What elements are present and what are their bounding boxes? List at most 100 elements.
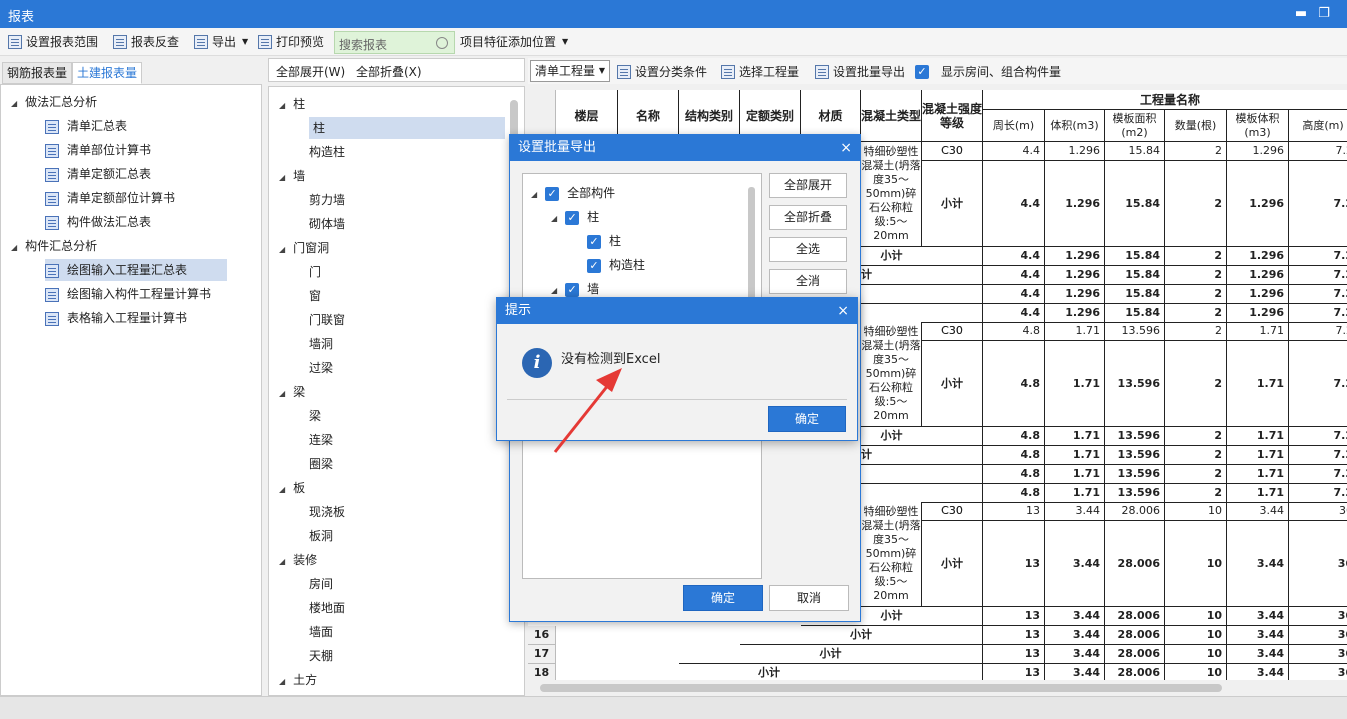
category-item[interactable]: 构造柱 — [309, 141, 345, 163]
category-item[interactable]: 梁 — [309, 405, 321, 427]
report-tree-item[interactable]: 清单定额汇总表 — [45, 163, 151, 185]
show-rooms-checkbox[interactable]: ✓ 显示房间、组合构件量 — [915, 62, 1061, 82]
report-tree-item[interactable]: 表格输入工程量计算书 — [45, 307, 187, 329]
category-group[interactable]: ◢ 墙 — [279, 165, 305, 187]
grade-cell: C30 — [922, 142, 983, 161]
report-icon — [45, 119, 59, 134]
category-group[interactable]: ◢ 门窗洞 — [279, 237, 329, 259]
qty-cell: 10 — [1165, 607, 1227, 626]
qty-cell: 1.296 — [1045, 304, 1105, 323]
export-button[interactable]: 导出 ▼ — [194, 32, 248, 52]
minimize-button[interactable]: ▬ — [1290, 4, 1312, 24]
horizontal-scrollbar[interactable] — [540, 684, 1222, 692]
expand-all-button[interactable]: 全部展开 — [769, 173, 847, 198]
report-icon — [45, 215, 59, 230]
component-tree-item[interactable]: ◢ ✓ 柱 — [551, 206, 599, 228]
report-tree-item[interactable]: 绘图输入工程量汇总表 — [45, 259, 227, 281]
select-all-button[interactable]: 全选 — [769, 237, 847, 262]
deselect-all-button[interactable]: 全消 — [769, 269, 847, 294]
expand-triangle-icon[interactable]: ◢ — [279, 245, 285, 254]
expand-triangle-icon[interactable]: ◢ — [551, 286, 557, 295]
expand-triangle-icon[interactable]: ◢ — [279, 557, 285, 566]
tab-civil-report[interactable]: 土建报表量 — [72, 62, 143, 84]
component-tree-item[interactable]: ✓ 柱 — [587, 230, 621, 252]
set-range-button[interactable]: 设置报表范围 — [8, 32, 98, 52]
category-group[interactable]: ◢ 梁 — [279, 381, 305, 403]
qty-cell: 1.296 — [1227, 304, 1289, 323]
print-preview-button[interactable]: 打印预览 — [258, 32, 324, 52]
table-icon — [8, 35, 22, 49]
expand-triangle-icon[interactable]: ◢ — [551, 214, 557, 223]
batch-export-button[interactable]: 设置批量导出 — [815, 62, 905, 82]
checkbox-checked-icon[interactable]: ✓ — [565, 210, 580, 225]
expand-triangle-icon[interactable]: ◢ — [279, 101, 285, 110]
export-icon — [194, 35, 208, 49]
category-item[interactable]: 墙面 — [309, 621, 333, 643]
category-group[interactable]: ◢ 土方 — [279, 669, 317, 691]
expand-triangle-icon[interactable]: ◢ — [11, 243, 17, 252]
feature-position-dropdown[interactable]: 项目特征添加位置 ▼ — [460, 32, 568, 52]
qty-cell: 3.44 — [1045, 664, 1105, 680]
expand-triangle-icon[interactable]: ◢ — [279, 485, 285, 494]
report-tree-item[interactable]: 构件做法汇总表 — [45, 211, 151, 233]
report-tree-item[interactable]: 清单定额部位计算书 — [45, 187, 175, 209]
category-item[interactable]: 板洞 — [309, 525, 333, 547]
category-item[interactable]: 天棚 — [309, 645, 333, 667]
category-item[interactable]: 墙洞 — [309, 333, 333, 355]
collapse-all-button[interactable]: 全部折叠 — [769, 205, 847, 230]
category-item[interactable]: 圈梁 — [309, 453, 333, 475]
category-group[interactable]: ◢ 装修 — [279, 549, 317, 571]
category-item[interactable]: 连梁 — [309, 429, 333, 451]
category-item[interactable]: 柱 — [309, 117, 505, 139]
subtotal-cell: 小计 — [922, 161, 983, 247]
report-toolbar: 清单工程量 ▼ 设置分类条件 选择工程量 设置批量导出 ✓ 显示房间、组合构件量 — [528, 58, 1347, 84]
ok-button[interactable]: 确定 — [768, 406, 846, 432]
category-item[interactable]: 楼地面 — [309, 597, 345, 619]
category-group[interactable]: ◢ 板 — [279, 477, 305, 499]
set-category-button[interactable]: 设置分类条件 — [617, 62, 707, 82]
checkbox-checked-icon[interactable]: ✓ — [545, 186, 560, 201]
choose-quantity-button[interactable]: 选择工程量 — [721, 62, 799, 82]
category-item[interactable]: 房间 — [309, 573, 333, 595]
qty-cell: 1.296 — [1227, 266, 1289, 285]
close-icon[interactable]: × — [840, 135, 852, 161]
tab-rebar-report[interactable]: 钢筋报表量 — [2, 62, 73, 84]
expand-triangle-icon[interactable]: ◢ — [11, 99, 17, 108]
collapse-all-link[interactable]: 全部折叠(X) — [356, 63, 422, 80]
restore-button[interactable]: ❐ — [1313, 4, 1335, 24]
category-group[interactable]: ◢ 柱 — [279, 93, 305, 115]
qty-cell: 1.296 — [1045, 247, 1105, 266]
category-item[interactable]: 砌体墙 — [309, 213, 345, 235]
expand-triangle-icon[interactable]: ◢ — [279, 677, 285, 686]
category-item[interactable]: 剪力墙 — [309, 189, 345, 211]
report-tree-label: 清单汇总表 — [67, 119, 128, 133]
report-tree-item[interactable]: 清单汇总表 — [45, 115, 127, 137]
expand-triangle-icon[interactable]: ◢ — [279, 173, 285, 182]
qty-cell: 28.006 — [1105, 521, 1165, 607]
ok-button[interactable]: 确定 — [683, 585, 763, 611]
expand-triangle-icon[interactable]: ◢ — [531, 190, 537, 199]
component-tree-item[interactable]: ✓ 构造柱 — [587, 254, 645, 276]
report-tree-item[interactable]: 绘图输入构件工程量计算书 — [45, 283, 211, 305]
close-icon[interactable]: × — [837, 298, 849, 324]
report-tree-item[interactable]: 清单部位计算书 — [45, 139, 151, 161]
cancel-button[interactable]: 取消 — [769, 585, 849, 611]
category-item[interactable]: 过梁 — [309, 357, 333, 379]
category-item[interactable]: 门联窗 — [309, 309, 345, 331]
column-header: 体积(m3) — [1045, 110, 1105, 142]
category-item[interactable]: 窗 — [309, 285, 321, 307]
qty-cell: 10 — [1165, 664, 1227, 680]
checkbox-checked-icon[interactable]: ✓ — [587, 234, 601, 249]
expand-triangle-icon[interactable]: ◢ — [279, 389, 285, 398]
component-tree-item[interactable]: ◢ ✓ 全部构件 — [531, 182, 615, 204]
category-item[interactable]: 现浇板 — [309, 501, 345, 523]
expand-all-link[interactable]: 全部展开(W) — [276, 63, 345, 80]
checkbox-checked-icon[interactable]: ✓ — [565, 282, 580, 297]
search-icon[interactable] — [436, 37, 448, 49]
quantity-type-select[interactable]: 清单工程量 ▼ — [530, 60, 610, 82]
qty-cell: 7.2 — [1289, 465, 1347, 484]
checkbox-checked-icon[interactable]: ✓ — [587, 258, 601, 273]
search-input[interactable]: 搜索报表 — [334, 31, 455, 54]
reverse-lookup-button[interactable]: 报表反查 — [113, 32, 179, 52]
category-item[interactable]: 门 — [309, 261, 321, 283]
